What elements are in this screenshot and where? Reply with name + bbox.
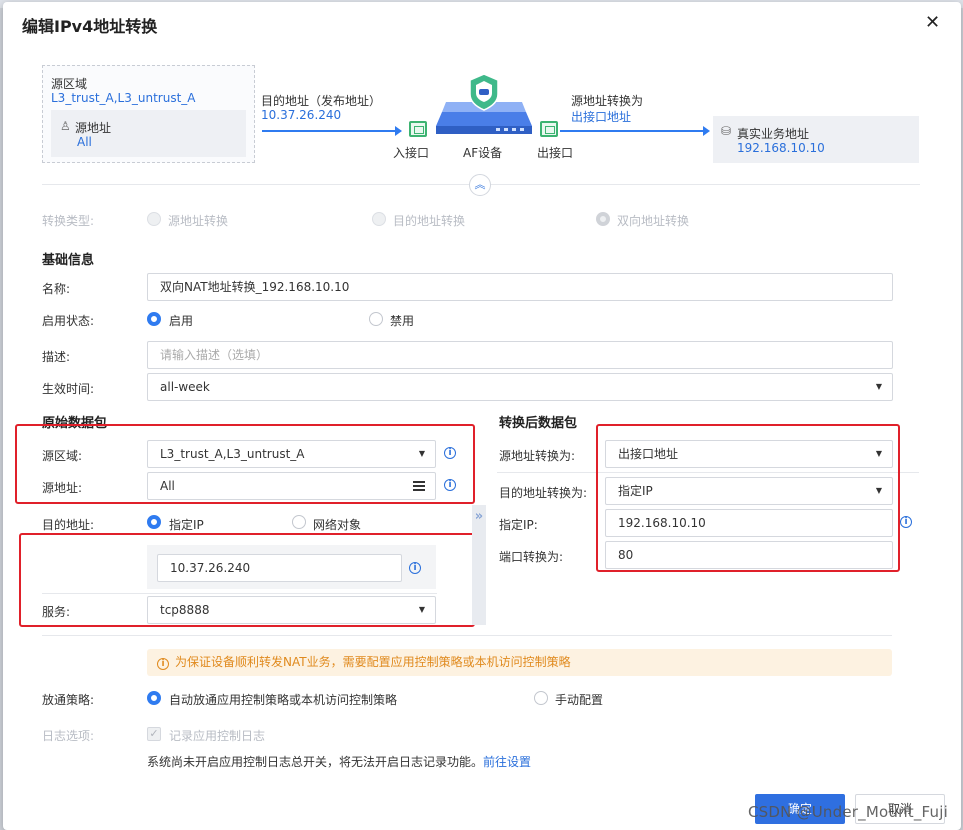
caret-down-icon: ▼ (418, 449, 425, 458)
topology-dst-addr-label: 目的地址（发布地址） (261, 94, 382, 108)
radio-status-disable-label: 禁用 (390, 314, 415, 328)
trans-dst-xlate-label: 目的地址转换为: (499, 486, 588, 500)
topology-source-box: 源区域 L3_trust_A,L3_untrust_A ♙ 源地址 All (42, 65, 255, 163)
out-port-icon (540, 121, 558, 137)
radio-status-enable[interactable] (147, 312, 161, 326)
radio-dst-conversion (372, 212, 386, 226)
conversion-type-label: 转换类型: (42, 214, 95, 228)
flow-arrow-in (262, 126, 402, 136)
orig-src-zone-value: L3_trust_A,L3_untrust_A (160, 447, 305, 461)
topology-real-addr-box: ⛁ 真实业务地址 192.168.10.10 (713, 116, 919, 163)
warning-banner: i 为保证设备顺利转发NAT业务，需要配置应用控制策略或本机访问控制策略 (147, 649, 892, 676)
radio-dst-network-object[interactable] (292, 515, 306, 529)
list-icon[interactable] (413, 481, 425, 491)
in-port-icon (409, 121, 427, 137)
device-label: AF设备 (463, 146, 503, 160)
trans-ip-label: 指定IP: (499, 518, 538, 532)
radio-policy-manual[interactable] (534, 691, 548, 705)
log-option-label: 日志选项: (42, 729, 95, 743)
status-label: 启用状态: (42, 314, 95, 328)
info-icon[interactable]: i (900, 516, 912, 528)
radio-bidirectional-conversion-label: 双向地址转换 (617, 214, 690, 228)
user-icon: ♙ (60, 119, 71, 133)
topology-real-addr-value: 192.168.10.10 (737, 141, 825, 155)
translated-packet-title: 转换后数据包 (499, 416, 578, 431)
effective-time-select[interactable]: all-week ▼ (147, 373, 893, 401)
effective-time-value: all-week (160, 380, 210, 394)
orig-src-zone-select[interactable]: L3_trust_A,L3_untrust_A ▼ (147, 440, 436, 468)
radio-dst-specified-ip[interactable] (147, 515, 161, 529)
close-icon[interactable]: ✕ (925, 12, 940, 33)
topology-src-addr-box: ♙ 源地址 All (51, 110, 246, 157)
name-label: 名称: (42, 282, 71, 296)
description-label: 描述: (42, 350, 71, 364)
database-icon: ⛁ (721, 124, 732, 138)
flow-arrow-out (560, 126, 710, 136)
log-checkbox-label: 记录应用控制日志 (169, 729, 266, 743)
out-port-label: 出接口 (537, 146, 574, 160)
basic-info-title: 基础信息 (42, 253, 95, 268)
radio-dst-network-object-label: 网络对象 (313, 518, 362, 532)
goto-settings-link[interactable]: 前往设置 (483, 755, 531, 769)
policy-label: 放通策略: (42, 693, 95, 707)
topology-src-xlate-label: 源地址转换为 (571, 94, 644, 108)
topology-dst-addr-value: 10.37.26.240 (261, 108, 342, 122)
orig-src-addr-value: All (160, 479, 175, 493)
topology-src-addr-value: All (77, 135, 92, 149)
topology-src-addr-label: 源地址 (75, 121, 112, 135)
log-note: 系统尚未开启应用控制日志总开关，将无法开启日志记录功能。前往设置 (147, 753, 531, 770)
log-note-text: 系统尚未开启应用控制日志总开关，将无法开启日志记录功能。 (147, 755, 484, 769)
highlight-box-dst (19, 533, 475, 627)
trans-src-xlate-label: 源地址转换为: (499, 449, 576, 463)
radio-status-enable-label: 启用 (169, 314, 194, 328)
radio-policy-manual-label: 手动配置 (555, 693, 604, 707)
topology-real-addr-label: 真实业务地址 (737, 127, 810, 141)
topology-src-zone-label: 源区域 (51, 77, 88, 91)
warning-text: 为保证设备顺利转发NAT业务，需要配置应用控制策略或本机访问控制策略 (175, 655, 571, 669)
firewall-device-icon (436, 73, 532, 134)
orig-dst-addr-label: 目的地址: (42, 518, 95, 532)
radio-dst-specified-ip-label: 指定IP (169, 518, 204, 532)
orig-src-addr-field[interactable]: All (147, 472, 436, 500)
topology-src-zone-value: L3_trust_A,L3_untrust_A (51, 91, 196, 105)
highlight-box-translated (596, 424, 900, 572)
orig-src-zone-label: 源区域: (42, 449, 83, 463)
warning-icon: i (157, 658, 169, 670)
name-input[interactable]: 双向NAT地址转换_192.168.10.10 (147, 273, 893, 301)
log-checkbox: ✓ (147, 727, 161, 741)
topology-src-xlate-value: 出接口地址 (571, 110, 632, 124)
radio-status-disable[interactable] (369, 312, 383, 326)
collapse-up-icon[interactable]: ︽ (469, 174, 491, 196)
radio-policy-auto-label: 自动放通应用控制策略或本机访问控制策略 (169, 693, 398, 707)
effective-time-label: 生效时间: (42, 382, 95, 396)
dialog-title: 编辑IPv4地址转换 (22, 17, 158, 36)
watermark: CSDN @Under_Mount_Fuji (748, 803, 949, 821)
divider (42, 635, 892, 636)
info-icon[interactable]: i (444, 479, 456, 491)
expand-right-icon[interactable]: » (472, 505, 486, 625)
radio-dst-conversion-label: 目的地址转换 (393, 214, 466, 228)
description-input[interactable]: 请输入描述（选填） (147, 341, 893, 369)
caret-down-icon: ▼ (875, 382, 882, 391)
radio-src-conversion-label: 源地址转换 (168, 214, 229, 228)
radio-bidirectional-conversion (596, 212, 610, 226)
orig-src-addr-label: 源地址: (42, 481, 83, 495)
radio-src-conversion (147, 212, 161, 226)
in-port-label: 入接口 (393, 146, 430, 160)
radio-policy-auto[interactable] (147, 691, 161, 705)
info-icon[interactable]: i (444, 447, 456, 459)
trans-port-label: 端口转换为: (499, 550, 564, 564)
